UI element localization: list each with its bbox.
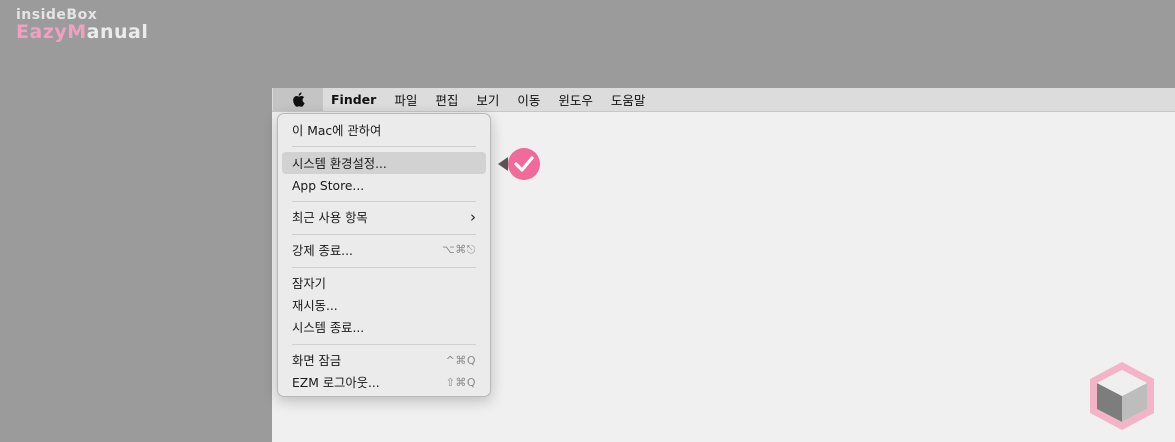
- logout-shortcut: ⇧⌘Q: [445, 375, 476, 389]
- lock-screen-shortcut: ^⌘Q: [445, 353, 476, 367]
- menubar-item-window[interactable]: 윈도우: [549, 90, 602, 109]
- apple-icon: [292, 92, 305, 107]
- apple-dropdown-menu: 이 Mac에 관하여 시스템 환경설정... App Store... 최근 사…: [277, 113, 491, 397]
- menubar-item-help[interactable]: 도움말: [602, 90, 655, 109]
- menubar-item-edit[interactable]: 편집: [426, 90, 467, 109]
- menu-separator: [292, 234, 476, 235]
- menu-bar: Finder 파일 편집 보기 이동 윈도우 도움말: [272, 88, 1175, 112]
- mac-screen: Finder 파일 편집 보기 이동 윈도우 도움말 이 Mac에 관하여 시스…: [272, 88, 1175, 442]
- menu-item-lock-screen[interactable]: 화면 잠금 ^⌘Q: [282, 349, 486, 371]
- watermark: insideBox EazyManual: [16, 8, 148, 42]
- menu-item-label: 잠자기: [292, 277, 326, 291]
- force-quit-shortcut: ⌥⌘⎋: [442, 243, 476, 256]
- menubar-item-go[interactable]: 이동: [508, 90, 549, 109]
- menu-item-label: 재시동...: [292, 299, 338, 313]
- menu-item-label: 최근 사용 항목: [292, 211, 368, 225]
- menu-item-label: 이 Mac에 관하여: [292, 124, 382, 138]
- menubar-app-finder[interactable]: Finder: [323, 92, 385, 107]
- menu-item-recent-items[interactable]: 최근 사용 항목 ›: [282, 206, 486, 228]
- menu-item-about-this-mac[interactable]: 이 Mac에 관하여: [282, 119, 486, 141]
- menu-item-app-store[interactable]: App Store...: [282, 175, 486, 197]
- checkmark-pointer-icon: [498, 148, 540, 180]
- menubar-item-view[interactable]: 보기: [467, 90, 508, 109]
- menu-item-logout[interactable]: EZM 로그아웃... ⇧⌘Q: [282, 371, 486, 393]
- menu-item-label: 시스템 환경설정...: [292, 157, 387, 171]
- menu-item-restart[interactable]: 재시동...: [282, 294, 486, 316]
- menu-item-label: 시스템 종료...: [292, 321, 365, 335]
- watermark-line2: EazyManual: [16, 23, 148, 42]
- watermark-line1: insideBox: [16, 7, 98, 23]
- menu-separator: [292, 344, 476, 345]
- menu-item-sleep[interactable]: 잠자기: [282, 272, 486, 294]
- menu-item-label: 화면 잠금: [292, 354, 342, 368]
- menu-separator: [292, 146, 476, 147]
- watermark-eazy: Eazy: [16, 21, 68, 43]
- menubar-item-file[interactable]: 파일: [385, 90, 426, 109]
- menu-item-system-preferences[interactable]: 시스템 환경설정...: [282, 152, 486, 174]
- watermark-m: M: [67, 21, 87, 43]
- menu-separator: [292, 267, 476, 268]
- watermark-anual: anual: [86, 21, 149, 43]
- menu-item-label: App Store...: [292, 179, 365, 193]
- menu-item-force-quit[interactable]: 강제 종료... ⌥⌘⎋: [282, 239, 486, 261]
- menu-item-shutdown[interactable]: 시스템 종료...: [282, 316, 486, 338]
- apple-menu-button[interactable]: [273, 88, 323, 111]
- menu-item-label: EZM 로그아웃...: [292, 376, 380, 390]
- menu-separator: [292, 201, 476, 202]
- cube-logo-icon: [1090, 362, 1154, 430]
- menu-item-label: 강제 종료...: [292, 244, 353, 258]
- chevron-right-icon: ›: [470, 207, 476, 226]
